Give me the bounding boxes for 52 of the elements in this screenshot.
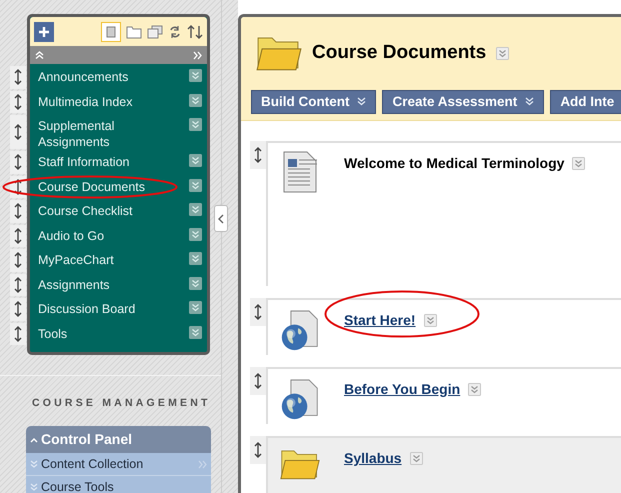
drag-handle-icon[interactable] xyxy=(10,90,26,113)
chevron-down-icon xyxy=(525,97,534,106)
item-link[interactable]: Before You Begin xyxy=(344,378,460,400)
add-menu-item-button[interactable] xyxy=(34,22,54,42)
item-title: Welcome to Medical Terminology xyxy=(344,154,564,173)
toolbar-button[interactable]: Add Inte xyxy=(550,90,621,114)
drag-handle-icon[interactable] xyxy=(250,366,266,395)
drag-handle-icon[interactable] xyxy=(10,274,26,296)
sort-arrows-icon[interactable] xyxy=(187,24,203,40)
drag-handle-icon[interactable] xyxy=(10,115,26,149)
drag-handle-icon[interactable] xyxy=(10,298,26,320)
chevron-down-icon xyxy=(357,97,366,106)
drag-handle-icon[interactable] xyxy=(10,322,26,345)
course-menu-link[interactable]: Multimedia Index xyxy=(38,94,132,110)
expand-icon xyxy=(30,460,38,468)
document-icon xyxy=(283,150,317,193)
drag-handle-icon[interactable] xyxy=(10,249,26,272)
drag-handle-icon[interactable] xyxy=(10,66,26,88)
expand-icon xyxy=(30,483,38,491)
course-menu-link[interactable]: MyPaceChart xyxy=(38,252,114,268)
control-panel-item[interactable]: Content Collection xyxy=(26,453,211,476)
drag-handle-icon[interactable] xyxy=(10,200,26,222)
drag-handle-icon[interactable] xyxy=(10,151,26,174)
drag-handle-icon[interactable] xyxy=(250,298,266,326)
chevron-left-icon xyxy=(218,214,224,224)
collapse-icon xyxy=(30,436,38,442)
collapse-all-icon[interactable] xyxy=(35,51,44,59)
drag-handle-icon[interactable] xyxy=(250,436,266,464)
toolbar-button[interactable]: Build Content xyxy=(251,90,376,114)
item-link[interactable]: Syllabus xyxy=(344,448,402,469)
course-menu-link[interactable]: Course Checklist xyxy=(38,203,132,219)
course-menu-link[interactable]: Discussion Board xyxy=(38,301,136,317)
folder-icon xyxy=(256,35,302,72)
page-title: Course Documents xyxy=(312,41,486,66)
course-menu-link[interactable]: Audio to Go xyxy=(38,228,104,244)
collapse-sidebar-button[interactable] xyxy=(214,205,228,232)
course-menu-link[interactable]: Tools xyxy=(38,326,68,342)
course-menu-link[interactable]: Announcements xyxy=(38,69,128,85)
list-view-icon[interactable] xyxy=(101,22,121,42)
control-panel-header[interactable]: Control Panel xyxy=(26,426,211,453)
section-heading: COURSE MANAGEMENT xyxy=(32,397,211,409)
plus-icon xyxy=(39,26,49,36)
course-menu-link[interactable]: Supplemental Assignments xyxy=(38,118,178,150)
control-panel-item[interactable]: Course Tools xyxy=(26,476,211,493)
drag-handle-icon[interactable] xyxy=(10,224,26,247)
drag-handle-icon[interactable] xyxy=(250,140,266,169)
folder-outline-icon[interactable] xyxy=(126,24,142,38)
course-menu-link[interactable]: Assignments xyxy=(38,276,110,292)
windows-icon[interactable] xyxy=(147,24,163,38)
toolbar-button[interactable]: Create Assessment xyxy=(382,90,544,114)
course-menu-link[interactable]: Staff Information xyxy=(38,154,130,170)
refresh-icon[interactable] xyxy=(168,24,182,38)
